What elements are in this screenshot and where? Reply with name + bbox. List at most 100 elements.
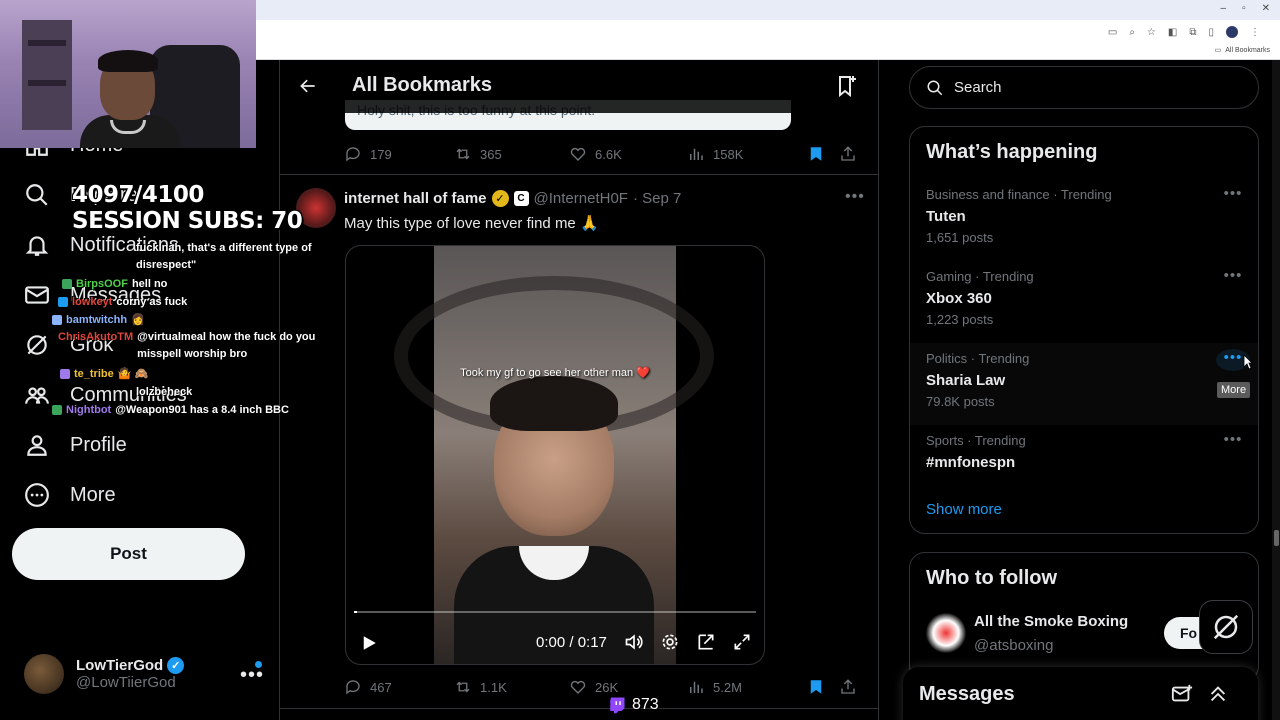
kebab-menu-icon[interactable]: ⋮ [1250, 27, 1260, 38]
chat-line: BirpsOOF hell no [62, 275, 167, 293]
chat-line: ChrisAkutoTM @virtualmeal how the fuck d… [58, 331, 316, 360]
trend-item[interactable]: Sports · Trending #mnfonespn ••• [910, 425, 1258, 507]
new-message-icon[interactable] [1171, 683, 1193, 705]
grok-icon [27, 335, 47, 355]
video-progress-fill [354, 611, 358, 613]
tweet-divider [280, 174, 878, 175]
video-frame[interactable]: Took my gf to go see her other man ❤️ [394, 246, 714, 664]
folder-icon: ▭ [1214, 47, 1222, 54]
heart-icon [570, 147, 586, 161]
search-input[interactable] [954, 79, 1234, 96]
chat-line: lowkeyt corny as fuck [58, 293, 187, 311]
reply-button[interactable]: 179 [344, 145, 454, 163]
views-button[interactable]: 158K [687, 145, 807, 163]
sidebar-icon[interactable]: ▯ [1208, 27, 1214, 38]
all-bookmarks-folder[interactable]: ▭ All Bookmarks [1214, 46, 1270, 55]
communities-icon [25, 387, 49, 404]
search-bar[interactable] [909, 66, 1259, 109]
video-player[interactable]: Took my gf to go see her other man ❤️ 0:… [345, 245, 765, 665]
mail-icon [25, 286, 49, 304]
account-more-icon[interactable]: ••• [240, 664, 264, 687]
chevron-up-icon[interactable] [1207, 683, 1229, 705]
trend-item[interactable]: Politics · Trending Sharia Law 79.8K pos… [910, 343, 1258, 425]
post-button[interactable]: Post [12, 528, 245, 580]
reply-icon [346, 680, 360, 695]
bookmark-filled-icon[interactable] [807, 678, 825, 696]
account-name-row: LowTierGod ✓ [76, 657, 185, 674]
picture-in-picture-icon[interactable] [696, 632, 716, 652]
affiliate-badge-icon: C [513, 191, 529, 206]
play-icon[interactable] [360, 634, 378, 652]
tweet-actions: 467 1.1K 26K 5.2M [344, 677, 864, 697]
star-icon[interactable]: ☆ [1147, 27, 1156, 38]
share-icon[interactable] [839, 678, 857, 696]
viewer-count: 873 [608, 696, 659, 714]
bookmark-add-icon[interactable] [835, 74, 859, 98]
volume-icon[interactable] [624, 632, 644, 652]
extension-icon[interactable]: ◧ [1168, 27, 1177, 38]
views-chart-icon [690, 148, 703, 160]
scrollbar-thumb[interactable] [1274, 530, 1279, 546]
trend-more-icon[interactable]: ••• [1216, 431, 1250, 453]
cast-icon[interactable]: ▭ [1108, 27, 1117, 38]
repost-button[interactable]: 1.1K [454, 678, 569, 696]
nav-profile[interactable]: Profile [24, 432, 127, 458]
streamer-hair [98, 50, 158, 72]
tweet-actions: 179 365 6.6K 158K [344, 144, 864, 164]
video-subject-hair [490, 376, 618, 431]
grok-button[interactable] [1199, 600, 1253, 654]
bookmark-filled-icon[interactable] [807, 145, 825, 163]
minimize-button[interactable]: – [1221, 3, 1227, 14]
search-icon [26, 184, 48, 206]
show-more-link[interactable]: Show more [926, 501, 1002, 518]
more-tooltip: More [1217, 382, 1251, 398]
page-scrollbar[interactable] [1272, 60, 1280, 720]
fullscreen-icon[interactable] [732, 632, 752, 652]
trend-item[interactable]: Business and finance · Trending Tuten 1,… [910, 179, 1258, 261]
back-arrow-icon[interactable] [298, 76, 318, 96]
video-progress-bar[interactable] [354, 611, 756, 613]
puzzle-icon[interactable]: ⧉ [1189, 27, 1196, 38]
timeline-header: All Bookmarks [280, 60, 878, 113]
trend-item[interactable]: Gaming · Trending Xbox 360 1,223 posts •… [910, 261, 1258, 343]
messages-drawer[interactable]: Messages [903, 667, 1258, 720]
chat-badge-icon [62, 279, 72, 289]
tweet-more-icon[interactable]: ••• [845, 188, 865, 206]
maximize-button[interactable]: ▫ [1242, 3, 1246, 14]
tweet-divider [280, 708, 878, 709]
chat-badge-icon [58, 297, 68, 307]
zoom-icon[interactable]: ⌕ [1129, 27, 1135, 38]
video-controls: 0:00 / 0:17 [346, 626, 764, 662]
like-button[interactable]: 6.6K [569, 145, 687, 163]
trends-panel: What’s happening Business and finance · … [909, 126, 1259, 534]
bookmarks-timeline: Holy shit, this is too funny at this poi… [279, 60, 879, 720]
twitch-icon [610, 697, 625, 714]
like-button[interactable]: 26K [569, 678, 687, 696]
settings-gear-icon[interactable] [660, 632, 680, 652]
session-subs: SESSION SUBS: 70 [72, 208, 303, 234]
repost-button[interactable]: 365 [454, 145, 569, 163]
page-title: All Bookmarks [352, 74, 493, 96]
trend-more-icon[interactable]: ••• [1216, 185, 1250, 207]
account-switcher[interactable]: LowTierGod ✓ @LowTiierGod [24, 654, 185, 694]
close-window-button[interactable]: ✕ [1262, 3, 1270, 14]
video-time: 0:00 / 0:17 [536, 634, 607, 651]
reply-icon [346, 147, 360, 162]
avatar[interactable] [926, 613, 966, 653]
cat-tree [22, 20, 72, 130]
streamer-webcam [0, 0, 256, 148]
share-icon[interactable] [839, 145, 857, 163]
follow-account-handle[interactable]: @atsboxing [974, 637, 1053, 654]
window-controls[interactable]: – ▫ ✕ [1221, 3, 1271, 14]
follow-account-name[interactable]: All the Smoke Boxing [974, 613, 1128, 630]
notification-dot [255, 661, 262, 668]
trend-more-icon[interactable]: ••• [1216, 267, 1250, 289]
views-button[interactable]: 5.2M [687, 678, 807, 696]
browser-profile-avatar[interactable] [1226, 26, 1238, 38]
nav-more[interactable]: More [24, 482, 116, 508]
reply-button[interactable]: 467 [344, 678, 454, 696]
video-caption: Took my gf to go see her other man ❤️ [460, 367, 650, 379]
chat-line: bamtwitchh 👩 [52, 311, 145, 329]
tweet-text: May this type of love never find me 🙏 [344, 215, 599, 232]
sub-goal-count: 4097/4100 [72, 182, 204, 208]
